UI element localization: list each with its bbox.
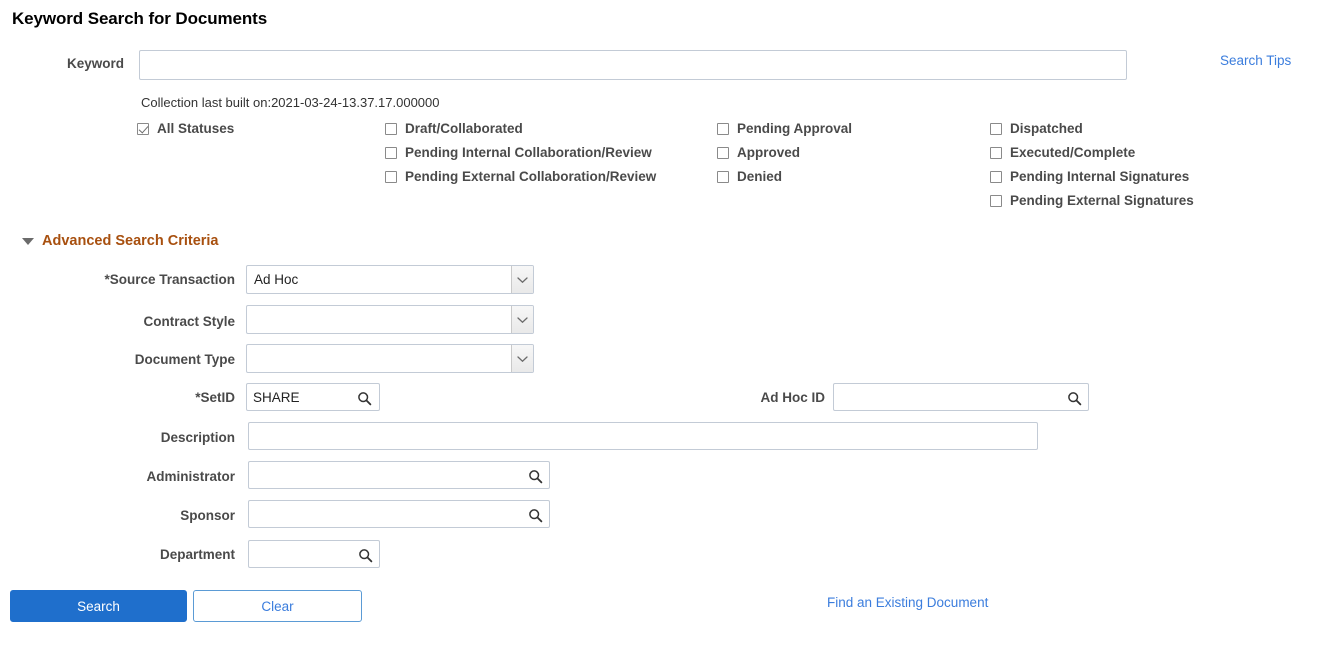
ad-hoc-id-input[interactable] — [833, 383, 1089, 411]
department-lookup-icon[interactable] — [355, 545, 375, 565]
caret-down-icon — [22, 238, 34, 245]
page-title: Keyword Search for Documents — [12, 9, 267, 29]
sponsor-lookup-icon[interactable] — [525, 505, 545, 525]
collection-last-built-text: Collection last built on:2021-03-24-13.3… — [141, 95, 440, 110]
checkbox-executed-complete[interactable]: Executed/Complete — [990, 145, 1135, 160]
description-input[interactable] — [248, 422, 1038, 450]
keyword-search-page: Keyword Search for Documents Keyword Sea… — [0, 0, 1338, 650]
checkbox-dispatched[interactable]: Dispatched — [990, 121, 1083, 136]
checkbox-box-all-statuses[interactable] — [137, 123, 149, 135]
checkbox-label-pending-internal-collaboration: Pending Internal Collaboration/Review — [405, 145, 652, 160]
checkbox-label-pending-external-signatures: Pending External Signatures — [1010, 193, 1194, 208]
chevron-down-icon[interactable] — [511, 345, 533, 372]
checkbox-label-denied: Denied — [737, 169, 782, 184]
document-type-dropdown[interactable] — [246, 344, 534, 373]
checkbox-box-pending-external-signatures[interactable] — [990, 195, 1002, 207]
sponsor-input[interactable] — [248, 500, 550, 528]
checkbox-denied[interactable]: Denied — [717, 169, 782, 184]
document-type-label: Document Type — [20, 352, 235, 367]
checkbox-box-denied[interactable] — [717, 171, 729, 183]
source-transaction-label: *Source Transaction — [20, 272, 235, 287]
checkbox-label-draft-collaborated: Draft/Collaborated — [405, 121, 523, 136]
keyword-label: Keyword — [10, 56, 124, 71]
keyword-input[interactable] — [139, 50, 1127, 80]
checkbox-box-dispatched[interactable] — [990, 123, 1002, 135]
description-label: Description — [20, 430, 235, 445]
checkbox-label-all-statuses: All Statuses — [157, 121, 234, 136]
document-type-value — [247, 345, 511, 372]
search-tips-link[interactable]: Search Tips — [1220, 53, 1291, 68]
checkbox-box-approved[interactable] — [717, 147, 729, 159]
checkbox-box-pending-approval[interactable] — [717, 123, 729, 135]
find-existing-document-link[interactable]: Find an Existing Document — [827, 595, 988, 610]
contract-style-dropdown[interactable] — [246, 305, 534, 334]
chevron-down-icon[interactable] — [511, 306, 533, 333]
checkbox-box-pending-internal-collaboration[interactable] — [385, 147, 397, 159]
checkbox-pending-approval[interactable]: Pending Approval — [717, 121, 852, 136]
setid-label: *SetID — [20, 390, 235, 405]
checkbox-box-pending-external-collaboration[interactable] — [385, 171, 397, 183]
chevron-down-icon[interactable] — [511, 266, 533, 293]
clear-button[interactable]: Clear — [193, 590, 362, 622]
advanced-search-criteria-label: Advanced Search Criteria — [42, 233, 219, 249]
checkbox-label-executed-complete: Executed/Complete — [1010, 145, 1135, 160]
administrator-input[interactable] — [248, 461, 550, 489]
source-transaction-value: Ad Hoc — [247, 266, 511, 293]
contract-style-value — [247, 306, 511, 333]
ad-hoc-id-label: Ad Hoc ID — [640, 390, 825, 405]
checkbox-label-approved: Approved — [737, 145, 800, 160]
checkbox-label-pending-internal-signatures: Pending Internal Signatures — [1010, 169, 1189, 184]
checkbox-all-statuses[interactable]: All Statuses — [137, 121, 234, 136]
sponsor-label: Sponsor — [20, 508, 235, 523]
checkbox-pending-external-collaboration[interactable]: Pending External Collaboration/Review — [385, 169, 656, 184]
ad-hoc-id-lookup-icon[interactable] — [1064, 388, 1084, 408]
checkbox-pending-internal-signatures[interactable]: Pending Internal Signatures — [990, 169, 1189, 184]
advanced-search-criteria-toggle[interactable]: Advanced Search Criteria — [22, 233, 219, 249]
source-transaction-dropdown[interactable]: Ad Hoc — [246, 265, 534, 294]
checkbox-box-draft-collaborated[interactable] — [385, 123, 397, 135]
administrator-label: Administrator — [20, 469, 235, 484]
checkbox-label-pending-external-collaboration: Pending External Collaboration/Review — [405, 169, 656, 184]
checkbox-label-pending-approval: Pending Approval — [737, 121, 852, 136]
administrator-lookup-icon[interactable] — [525, 466, 545, 486]
checkbox-box-executed-complete[interactable] — [990, 147, 1002, 159]
contract-style-label: Contract Style — [20, 314, 235, 329]
checkbox-box-pending-internal-signatures[interactable] — [990, 171, 1002, 183]
setid-lookup-icon[interactable] — [354, 388, 374, 408]
checkbox-approved[interactable]: Approved — [717, 145, 800, 160]
checkbox-pending-external-signatures[interactable]: Pending External Signatures — [990, 193, 1194, 208]
checkbox-label-dispatched: Dispatched — [1010, 121, 1083, 136]
department-label: Department — [20, 547, 235, 562]
checkbox-draft-collaborated[interactable]: Draft/Collaborated — [385, 121, 523, 136]
checkbox-pending-internal-collaboration[interactable]: Pending Internal Collaboration/Review — [385, 145, 652, 160]
search-button[interactable]: Search — [10, 590, 187, 622]
